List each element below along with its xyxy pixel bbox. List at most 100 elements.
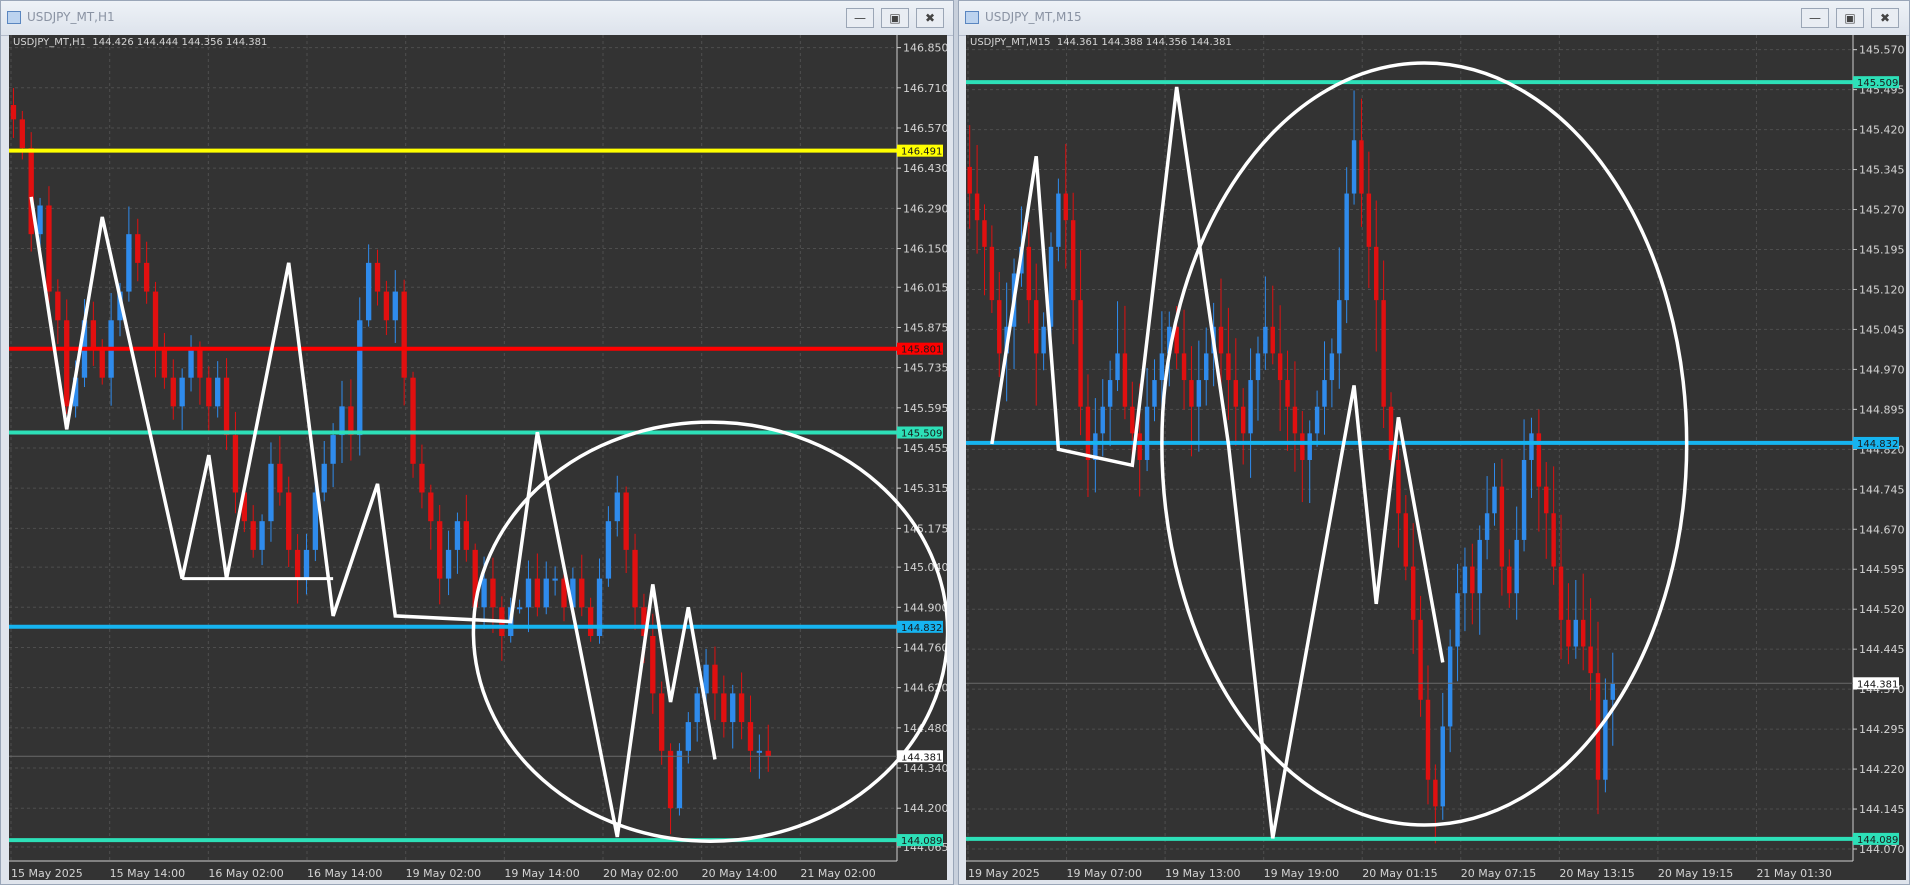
m15-price-chart[interactable]: 19 May 2025 19 May 07:00 19 May 13:00 19 Ma… — [966, 35, 1906, 880]
candle-body — [756, 750, 763, 753]
h1-price-chart[interactable]: 15 May 2025 15 May 14:00 16 May 02:00 16 Ma… — [9, 35, 947, 880]
candle-body — [1403, 513, 1409, 567]
level-price-label: 145.509 — [1857, 78, 1898, 89]
candle-body — [1425, 699, 1431, 780]
h1-chart-window[interactable]: USDJPY_MT,H1 — ▣ ✖ 15 May 2025 15 May 14:… — [0, 0, 954, 885]
candle-body — [481, 578, 487, 608]
y-axis-tick-label: 146.290 — [903, 202, 947, 215]
y-axis-tick-label: 145.040 — [903, 561, 947, 574]
x-axis-tick-label: 20 May 01:15 — [1362, 867, 1437, 880]
maximize-button[interactable]: ▣ — [881, 8, 909, 28]
level-price-label: 145.801 — [901, 345, 942, 356]
x-axis-tick-label: 20 May 07:15 — [1461, 867, 1536, 880]
y-axis-tick-label: 145.455 — [903, 442, 947, 455]
candle-body — [632, 549, 638, 608]
candle-body — [428, 492, 434, 522]
x-axis-tick-label: 20 May 19:15 — [1658, 867, 1733, 880]
x-axis-tick-label: 19 May 19:00 — [1264, 867, 1339, 880]
candle-body — [1359, 140, 1364, 194]
candle-body — [1248, 380, 1253, 434]
candle-body — [286, 492, 292, 550]
candle-body — [445, 549, 452, 579]
y-axis-tick-label: 145.175 — [903, 522, 947, 535]
candle-body — [1484, 513, 1490, 540]
candle-body — [1588, 646, 1593, 674]
candle-body — [1270, 326, 1275, 354]
y-axis-tick-label: 144.340 — [903, 762, 947, 775]
candle-body — [454, 521, 461, 550]
candle-body — [614, 492, 620, 522]
y-axis-tick-label: 144.200 — [903, 802, 947, 815]
m15-chart-area[interactable]: 19 May 2025 19 May 07:00 19 May 13:00 19 Ma… — [966, 35, 1906, 880]
y-axis-tick-label: 144.445 — [1859, 643, 1905, 656]
candle-body — [997, 300, 1002, 354]
candle-body — [401, 291, 407, 378]
m15-chart-window[interactable]: USDJPY_MT,M15 — ▣ ✖ 19 May 2025 19 May 07… — [958, 0, 1910, 885]
candle-body — [1566, 619, 1571, 647]
minimize-button[interactable]: — — [1801, 8, 1829, 28]
y-axis-tick-label: 144.595 — [1859, 563, 1905, 576]
maximize-button[interactable]: ▣ — [1836, 8, 1864, 28]
x-axis-tick-label: 20 May 02:00 — [603, 867, 678, 880]
candle-body — [1226, 353, 1231, 381]
y-axis-tick-label: 144.970 — [1859, 363, 1905, 376]
level-price-label: 145.509 — [901, 429, 942, 440]
candle-body — [1492, 486, 1497, 514]
candle-body — [250, 521, 256, 550]
candle-body — [28, 148, 34, 235]
candle-body — [419, 463, 425, 493]
candle-body — [967, 166, 972, 194]
candle-body — [90, 320, 97, 349]
y-axis-tick-label: 145.570 — [1859, 44, 1905, 57]
candle-body — [1329, 353, 1335, 381]
candle-body — [152, 291, 159, 349]
h1-chart-area[interactable]: 15 May 2025 15 May 14:00 16 May 02:00 16 Ma… — [9, 35, 947, 880]
m15-ohlc-info: USDJPY_MT,M15 144.361 144.388 144.356 14… — [970, 37, 1232, 48]
y-axis-tick-label: 145.315 — [903, 482, 947, 495]
candle-body — [463, 521, 469, 550]
h1-window-titlebar[interactable]: USDJPY_MT,H1 — ▣ ✖ — [1, 1, 953, 36]
candle-body — [383, 291, 390, 321]
minimize-button[interactable]: — — [846, 8, 874, 28]
x-axis-tick-label: 21 May 02:00 — [800, 867, 875, 880]
y-axis-tick-label: 144.895 — [1859, 403, 1905, 416]
candle-body — [738, 693, 745, 723]
candle-body — [161, 348, 168, 378]
x-axis-tick-label: 19 May 14:00 — [504, 867, 579, 880]
candle-body — [685, 722, 691, 751]
candle-body — [410, 377, 416, 464]
candle-body — [135, 234, 141, 263]
candle-body — [365, 262, 372, 321]
h1-ohlc-info: USDJPY_MT,H1 144.426 144.444 144.356 144… — [13, 37, 268, 48]
candle-body — [1063, 193, 1069, 221]
candle-body — [259, 521, 265, 550]
candle-body — [1307, 433, 1312, 460]
candle-body — [37, 205, 43, 235]
close-button[interactable]: ✖ — [1871, 8, 1899, 28]
candle-body — [1603, 699, 1608, 780]
current-price-label: 144.381 — [901, 752, 942, 763]
x-axis-tick-label: 16 May 14:00 — [307, 867, 382, 880]
candle-body — [1514, 539, 1519, 594]
candle-body — [126, 234, 132, 292]
candle-body — [215, 377, 221, 407]
x-axis-tick-label: 16 May 02:00 — [208, 867, 283, 880]
candle-body — [1366, 193, 1372, 247]
candle-body — [1410, 566, 1416, 620]
close-button[interactable]: ✖ — [916, 8, 944, 28]
y-axis-tick-label: 145.120 — [1859, 283, 1905, 296]
y-axis-tick-label: 146.570 — [903, 122, 947, 135]
candle-body — [1300, 433, 1305, 460]
candle-body — [1337, 300, 1342, 354]
candle-body — [1573, 619, 1579, 647]
candle-body — [1381, 300, 1386, 407]
chart-window-icon — [7, 11, 21, 24]
chart-background — [966, 35, 1906, 880]
y-axis-tick-label: 144.520 — [1859, 603, 1905, 616]
candle-body — [1218, 326, 1224, 354]
m15-window-titlebar[interactable]: USDJPY_MT,M15 — ▣ ✖ — [959, 1, 1909, 36]
candle-body — [321, 463, 327, 493]
m15-window-title: USDJPY_MT,M15 — [985, 10, 1082, 24]
candle-body — [1152, 380, 1157, 407]
y-axis-tick-label: 145.595 — [903, 402, 947, 415]
